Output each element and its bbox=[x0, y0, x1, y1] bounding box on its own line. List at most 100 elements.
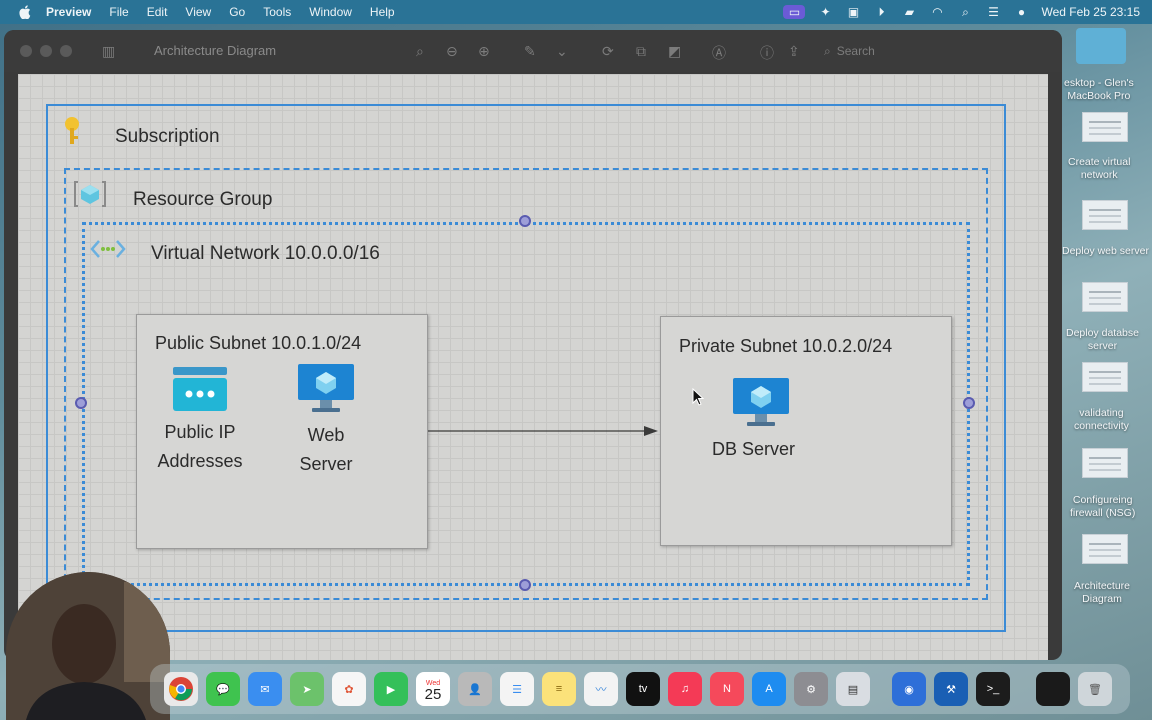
desktop-item-label: firewall (NSG) bbox=[1070, 507, 1136, 519]
calendar-icon[interactable]: Wed 25 bbox=[416, 672, 450, 706]
info-icon[interactable]: ⓘ bbox=[760, 43, 774, 63]
window-icon[interactable] bbox=[1036, 672, 1070, 706]
preview-app-icon[interactable]: ▤ bbox=[836, 672, 870, 706]
resize-handle-right[interactable] bbox=[963, 397, 975, 409]
freeform-icon[interactable]: 〰 bbox=[584, 672, 618, 706]
battery-icon[interactable]: ▰ bbox=[901, 5, 917, 19]
siri-icon[interactable]: ● bbox=[1013, 5, 1029, 19]
public-subnet-title: Public Subnet 10.0.1.0/24 bbox=[155, 333, 362, 353]
resize-handle-top[interactable] bbox=[519, 215, 531, 227]
desktop-item-deploy-web[interactable]: Deploy web server bbox=[1062, 245, 1149, 258]
reminders-icon[interactable]: ☰ bbox=[500, 672, 534, 706]
system-settings-icon[interactable]: ⚙ bbox=[794, 672, 828, 706]
public-ip-label-line1: Public IP bbox=[164, 422, 236, 442]
zoom-button[interactable] bbox=[60, 45, 72, 57]
apple-menu-icon[interactable] bbox=[18, 5, 32, 19]
chrome-icon[interactable] bbox=[164, 672, 198, 706]
desktop-item-macbook[interactable]: esktop - Glen's MacBook Pro bbox=[1064, 77, 1134, 103]
menu-help[interactable]: Help bbox=[361, 5, 404, 19]
window-title: Architecture Diagram bbox=[154, 43, 277, 58]
desktop-item-label: validating bbox=[1079, 407, 1124, 419]
messages-icon[interactable]: 💬 bbox=[206, 672, 240, 706]
file-thumbnail[interactable] bbox=[1082, 282, 1128, 312]
file-thumbnail[interactable] bbox=[1082, 362, 1128, 392]
web-server-label-line2: Server bbox=[299, 454, 353, 474]
resource-group-icon bbox=[74, 181, 106, 207]
zoom-fit-icon[interactable]: ⌕ bbox=[416, 43, 424, 60]
zoom-out-icon[interactable]: ⊖ bbox=[446, 43, 458, 60]
contacts-icon[interactable]: 👤 bbox=[458, 672, 492, 706]
share-icon[interactable]: ⇪ bbox=[788, 43, 800, 60]
apple-tv-icon[interactable]: tv bbox=[626, 672, 660, 706]
virtual-network-label: Virtual Network 10.0.0.0/16 bbox=[151, 243, 380, 264]
resize-handle-bottom[interactable] bbox=[519, 579, 531, 591]
close-button[interactable] bbox=[20, 45, 32, 57]
file-thumbnail[interactable] bbox=[1082, 534, 1128, 564]
markup-pen-icon[interactable]: ✎ bbox=[524, 43, 536, 60]
desktop-item-validating[interactable]: validating connectivity bbox=[1074, 407, 1129, 433]
menu-go[interactable]: Go bbox=[220, 5, 254, 19]
terminal-icon[interactable]: >_ bbox=[976, 672, 1010, 706]
virtual-network-icon bbox=[90, 240, 126, 258]
menu-tools[interactable]: Tools bbox=[254, 5, 300, 19]
control-center-icon[interactable]: ☰ bbox=[985, 5, 1001, 19]
desktop-item-deploy-db[interactable]: Deploy databse server bbox=[1066, 327, 1139, 353]
diagram-canvas[interactable]: Subscription Resource Group Virtual Netw… bbox=[18, 74, 1048, 660]
desktop-item-firewall[interactable]: Configureing firewall (NSG) bbox=[1070, 494, 1135, 520]
connection-arrow[interactable] bbox=[428, 424, 660, 438]
search-field[interactable]: ⌕ Search bbox=[824, 40, 1044, 62]
control-icon[interactable]: ▣ bbox=[845, 5, 861, 19]
desktop-item-label: Architecture bbox=[1074, 580, 1131, 592]
desktop-item-label: Configureing bbox=[1072, 494, 1133, 506]
screen-mirroring-icon[interactable]: ▭ bbox=[783, 5, 806, 19]
adjust-icon[interactable]: ◩ bbox=[668, 43, 681, 60]
desktop-item-label: Deploy web server bbox=[1062, 245, 1149, 257]
xcode-icon[interactable]: ⚒ bbox=[934, 672, 968, 706]
menu-edit[interactable]: Edit bbox=[138, 5, 177, 19]
window-controls bbox=[20, 45, 72, 57]
wifi-icon[interactable]: ◠ bbox=[929, 5, 945, 19]
file-thumbnail[interactable] bbox=[1082, 112, 1128, 142]
db-server-label: DB Server bbox=[712, 439, 796, 459]
maps-icon[interactable]: ➤ bbox=[290, 672, 324, 706]
annotate-icon[interactable]: Ⓐ bbox=[712, 43, 726, 63]
notes-icon[interactable]: ≡ bbox=[542, 672, 576, 706]
menubar-clock[interactable]: Wed Feb 25 23:15 bbox=[1041, 5, 1140, 19]
ai-sparkle-icon[interactable]: ✦ bbox=[817, 5, 833, 19]
sidebar-toggle-icon[interactable]: ▥ bbox=[102, 43, 115, 60]
desktop-item-architecture[interactable]: Architecture Diagram bbox=[1074, 580, 1130, 606]
mail-icon[interactable]: ✉ bbox=[248, 672, 282, 706]
menu-app-preview[interactable]: Preview bbox=[46, 5, 100, 19]
screen-sharing-icon[interactable]: ◉ bbox=[892, 672, 926, 706]
web-server-label-line1: Web bbox=[307, 425, 345, 445]
key-icon bbox=[65, 117, 79, 144]
play-icon[interactable]: ⏵ bbox=[873, 5, 889, 19]
facetime-icon[interactable]: ▶ bbox=[374, 672, 408, 706]
music-icon[interactable]: ♫ bbox=[668, 672, 702, 706]
subscription-label: Subscription bbox=[115, 126, 220, 147]
chevron-down-icon[interactable]: ⌄ bbox=[556, 43, 568, 60]
minimize-button[interactable] bbox=[40, 45, 52, 57]
menu-file[interactable]: File bbox=[100, 5, 137, 19]
menu-window[interactable]: Window bbox=[300, 5, 361, 19]
news-icon[interactable]: N bbox=[710, 672, 744, 706]
menu-view[interactable]: View bbox=[176, 5, 220, 19]
private-subnet-title: Private Subnet 10.0.2.0/24 bbox=[679, 336, 893, 356]
zoom-in-icon[interactable]: ⊕ bbox=[478, 43, 490, 60]
folder-icon[interactable] bbox=[1076, 28, 1126, 64]
file-thumbnail[interactable] bbox=[1082, 200, 1128, 230]
desktop-item-label: network bbox=[1080, 169, 1118, 181]
search-icon[interactable]: ⌕ bbox=[957, 5, 973, 19]
desktop-item-label: Create virtual bbox=[1068, 156, 1131, 168]
status-area: ▭ ✦ ▣ ⏵ ▰ ◠ ⌕ ☰ ● Wed Feb 25 23:15 bbox=[783, 0, 1140, 24]
app-store-icon[interactable]: A bbox=[752, 672, 786, 706]
crop-icon[interactable]: ⧉ bbox=[636, 43, 646, 60]
trash-icon[interactable]: 🗑 bbox=[1078, 672, 1112, 706]
search-icon: ⌕ bbox=[824, 43, 831, 58]
rotate-icon[interactable]: ⟳ bbox=[602, 43, 614, 60]
file-thumbnail[interactable] bbox=[1082, 448, 1128, 478]
desktop-item-label: Deploy databse bbox=[1066, 327, 1139, 339]
resize-handle-left[interactable] bbox=[75, 397, 87, 409]
photos-icon[interactable]: ✿ bbox=[332, 672, 366, 706]
desktop-item-create-vnet[interactable]: Create virtual network bbox=[1068, 156, 1130, 182]
